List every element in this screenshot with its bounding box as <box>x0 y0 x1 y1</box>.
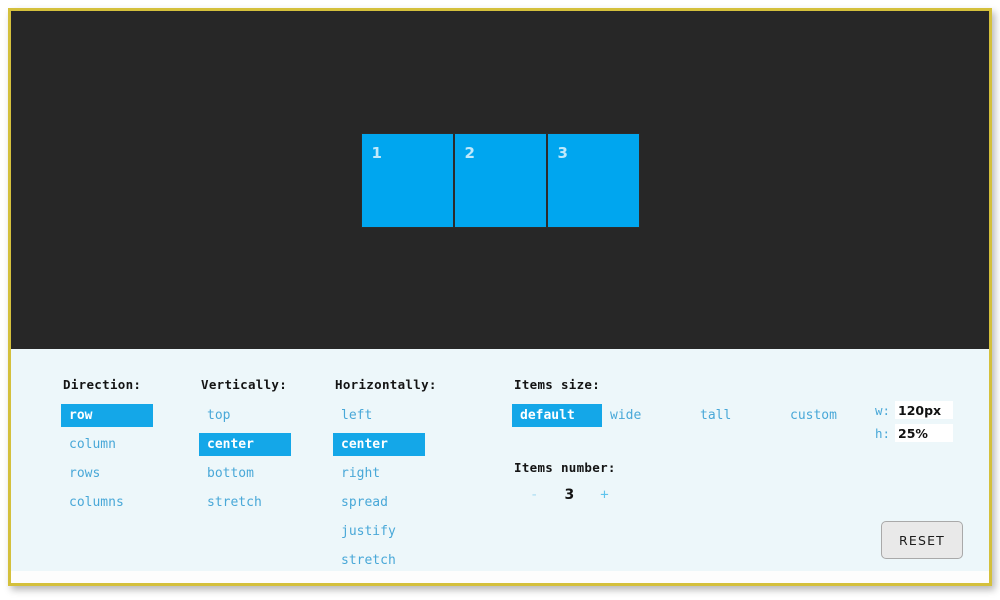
direction-group-title: Direction: <box>63 377 142 392</box>
items-size-options: default wide tall custom <box>512 404 872 433</box>
direction-option-columns[interactable]: columns <box>61 491 153 514</box>
items-size-option-custom[interactable]: custom <box>782 404 872 427</box>
flex-item-label: 3 <box>557 143 568 162</box>
reset-button[interactable]: RESET <box>881 521 963 559</box>
vertical-option-bottom[interactable]: bottom <box>199 462 291 485</box>
horizontal-option-spread[interactable]: spread <box>333 491 425 514</box>
items-size-group-title: Items size: <box>514 377 601 392</box>
vertical-align-group: Vertically: top center bottom stretch <box>199 377 291 520</box>
direction-option-column[interactable]: column <box>61 433 153 456</box>
horizontal-option-justify[interactable]: justify <box>333 520 425 543</box>
direction-option-row[interactable]: row <box>61 404 153 427</box>
vertical-align-group-title: Vertically: <box>201 377 288 392</box>
items-number-increment-button[interactable]: + <box>596 487 612 503</box>
flex-item[interactable]: 3 <box>546 132 640 228</box>
horizontal-option-right[interactable]: right <box>333 462 425 485</box>
items-number-stepper: - 3 + <box>512 487 616 503</box>
custom-size-fields: w: h: <box>875 401 953 447</box>
items-size-option-wide[interactable]: wide <box>602 404 692 427</box>
width-input[interactable] <box>895 401 953 419</box>
preview-canvas: 1 2 3 <box>11 11 989 349</box>
horizontal-option-center[interactable]: center <box>333 433 425 456</box>
flex-item-label: 2 <box>464 143 475 162</box>
items-size-option-tall[interactable]: tall <box>692 404 782 427</box>
flex-item-label: 1 <box>371 143 382 162</box>
horizontal-option-stretch[interactable]: stretch <box>333 549 425 572</box>
items-number-value: 3 <box>564 487 575 503</box>
flexbox-playground-window: 1 2 3 Direction: row column rows columns… <box>8 8 992 586</box>
panel-bottom-strip <box>11 571 989 583</box>
items-size-option-default[interactable]: default <box>512 404 602 427</box>
horizontal-option-left[interactable]: left <box>333 404 425 427</box>
height-field-row: h: <box>875 424 953 442</box>
vertical-option-stretch[interactable]: stretch <box>199 491 291 514</box>
direction-option-rows[interactable]: rows <box>61 462 153 485</box>
horizontal-align-group: Horizontally: left center right spread j… <box>333 377 437 578</box>
controls-panel: Direction: row column rows columns Verti… <box>11 349 989 583</box>
flex-container: 1 2 3 <box>11 11 989 349</box>
width-field-label: w: <box>875 402 891 418</box>
horizontal-align-group-title: Horizontally: <box>335 377 437 392</box>
flex-item[interactable]: 2 <box>453 132 547 228</box>
width-field-row: w: <box>875 401 953 419</box>
items-size-group: Items size: default wide tall custom <box>512 377 872 433</box>
items-number-decrement-button[interactable]: - <box>526 487 542 503</box>
height-input[interactable] <box>895 424 953 442</box>
items-number-group: Items number: - 3 + <box>512 460 616 503</box>
height-field-label: h: <box>875 425 891 441</box>
vertical-option-center[interactable]: center <box>199 433 291 456</box>
flex-item[interactable]: 1 <box>360 132 454 228</box>
items-number-group-title: Items number: <box>514 460 616 475</box>
vertical-option-top[interactable]: top <box>199 404 291 427</box>
direction-group: Direction: row column rows columns <box>61 377 153 520</box>
